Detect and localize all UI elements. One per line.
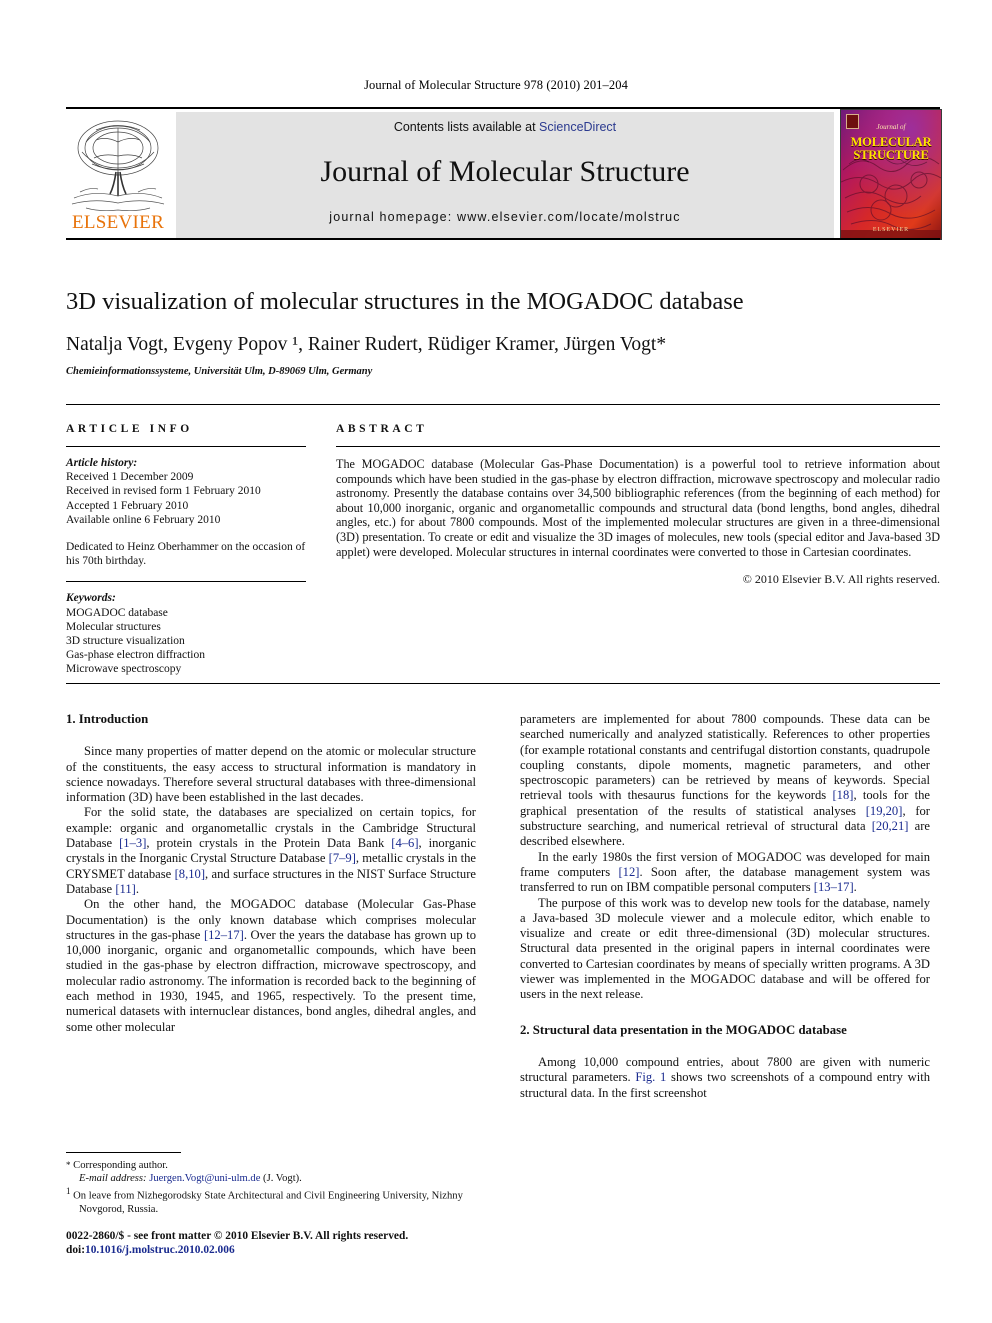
elsevier-logo: ELSEVIER [66,112,170,238]
email-owner: (J. Vogt). [260,1173,302,1184]
citation-link[interactable]: [7–9] [329,851,356,865]
right-column: parameters are implemented for about 780… [520,712,930,1101]
citation-link[interactable]: [12–17] [204,928,244,942]
citation-link[interactable]: [12] [618,865,639,879]
masthead-top-rule [66,107,940,109]
left-column: 1. Introduction Since many properties of… [66,712,476,1035]
footnote-mark: * [66,1160,71,1170]
cover-title: MOLECULAR STRUCTURE [845,136,937,162]
keywords-rule [66,581,306,583]
citation-link[interactable]: [18] [832,788,853,802]
masthead-banner: Contents lists available at ScienceDirec… [176,112,834,238]
history-item: Accepted 1 February 2010 [66,499,189,512]
text-run: . [853,880,857,895]
footnote-note-1: 1 On leave from Nizhegorodsky State Arch… [66,1185,478,1216]
abstract-text: The MOGADOC database (Molecular Gas-Phas… [336,457,940,559]
doi-link[interactable]: 10.1016/j.molstruc.2010.02.006 [85,1244,235,1256]
section-heading-1: 1. Introduction [66,712,149,726]
paragraph: The purpose of this work was to develop … [520,895,930,1002]
footnote-email: E-mail address: Juergen.Vogt@uni-ulm.de … [66,1172,478,1185]
info-abstract-section: ARTICLE INFO Article history: Received 1… [66,404,940,684]
keyword-item: Molecular structures [66,620,161,633]
doi-label: doi: [66,1244,85,1256]
cover-publisher: ELSEVIER [872,227,910,233]
paragraph: Among 10,000 compound entries, about 780… [520,1055,930,1101]
masthead-bottom-rule [66,238,940,240]
elsevier-tree-icon [71,120,165,212]
citation-link[interactable]: [11] [115,882,136,896]
article-info-label: ARTICLE INFO [66,423,193,435]
dedication: Dedicated to Heinz Oberhammer on the occ… [66,541,306,568]
keyword-item: Microwave spectroscopy [66,663,182,676]
footnote-corresponding: * Corresponding author. [66,1159,478,1172]
journal-masthead: ELSEVIER Contents lists available at Sci… [66,107,942,240]
abstract-rule [336,446,940,447]
paragraph: Since many properties of matter depend o… [66,744,476,805]
cover-title-line1: MOLECULAR [850,135,932,149]
doi-line: doi:10.1016/j.molstruc.2010.02.006 [66,1243,526,1257]
keyword-item: 3D structure visualization [66,635,185,648]
text-run: . Over the years the database has grown … [66,927,476,1034]
citation-link[interactable]: [19,20] [866,804,903,818]
sciencedirect-link[interactable]: ScienceDirect [539,120,616,134]
cover-title-line2: STRUCTURE [853,148,929,162]
article-history-heading: Article history: [66,457,138,469]
abstract-copyright: © 2010 Elsevier B.V. All rights reserved… [742,572,940,587]
footnote-separator [66,1152,181,1153]
running-head: Journal of Molecular Structure 978 (2010… [364,78,628,92]
citation-link[interactable]: [13–17] [814,880,854,894]
citation-link[interactable]: [8,10] [175,867,205,881]
article-info-column: ARTICLE INFO Article history: Received 1… [66,404,306,677]
section-heading-2: 2. Structural data presentation in the M… [520,1022,847,1037]
contents-available-line: Contents lists available at ScienceDirec… [176,120,834,134]
paper-page: Journal of Molecular Structure 978 (2010… [0,0,992,1323]
contents-prefix: Contents lists available at [393,120,540,134]
cover-journal-of: Journal of [876,123,906,131]
page-title: 3D visualization of molecular structures… [66,288,744,315]
email-link[interactable]: Juergen.Vogt@uni-ulm.de [149,1173,260,1184]
article-history: Article history: Received 1 December 200… [66,456,306,568]
citation-link[interactable]: [1–3] [119,836,146,850]
paragraph: In the early 1980s the first version of … [520,850,930,896]
email-label: E-mail address: [79,1173,147,1184]
issn-footer: 0022-2860/$ - see front matter © 2010 El… [66,1229,526,1257]
keyword-item: Gas-phase electron diffraction [66,649,206,662]
paragraph: On the other hand, the MOGADOC database … [66,897,476,1035]
footnote-mark: 1 [66,1186,71,1196]
authors-text: Natalja Vogt, Evgeny Popov ¹, Rainer Rud… [66,334,667,355]
title-block: 3D visualization of molecular structures… [66,287,940,377]
footnotes: * Corresponding author. E-mail address: … [66,1159,478,1216]
history-item: Received 1 December 2009 [66,471,194,484]
keywords-block: Keywords: MOGADOC database Molecular str… [66,591,306,676]
issn-separator [66,1222,478,1223]
paragraph: parameters are implemented for about 780… [520,712,930,850]
journal-title: Journal of Molecular Structure [320,155,690,188]
history-item: Available online 6 February 2010 [66,513,221,526]
affiliation: Chemieinformationssysteme, Universität U… [66,366,373,377]
journal-homepage[interactable]: journal homepage: www.elsevier.com/locat… [176,210,834,224]
elsevier-wordmark: ELSEVIER [71,212,165,233]
journal-cover-thumbnail: Journal of MOLECULAR STRUCTURE ELSEVIER [840,109,942,240]
figure-link[interactable]: Fig. 1 [635,1070,666,1084]
footnote-text: Corresponding author. [73,1160,168,1171]
infoabs-bottom-rule [66,683,940,684]
paragraph: For the solid state, the databases are s… [66,805,476,897]
footnote-text: On leave from Nizhegorodsky State Archit… [73,1190,463,1215]
article-info-rule [66,446,306,447]
author-list: Natalja Vogt, Evgeny Popov ¹, Rainer Rud… [66,333,940,357]
text-run: , protein crystals in the Protein Data B… [146,836,392,851]
text-run: . [135,881,139,896]
keyword-item: MOGADOC database [66,606,168,619]
abstract-column: ABSTRACT The MOGADOC database (Molecular… [336,404,940,587]
citation-link[interactable]: [4–6] [391,836,418,850]
citation-link[interactable]: [20,21] [872,819,909,833]
keywords-heading: Keywords: [66,592,116,605]
issn-line: 0022-2860/$ - see front matter © 2010 El… [66,1230,409,1242]
history-item: Received in revised form 1 February 2010 [66,485,261,498]
abstract-label: ABSTRACT [336,423,428,435]
